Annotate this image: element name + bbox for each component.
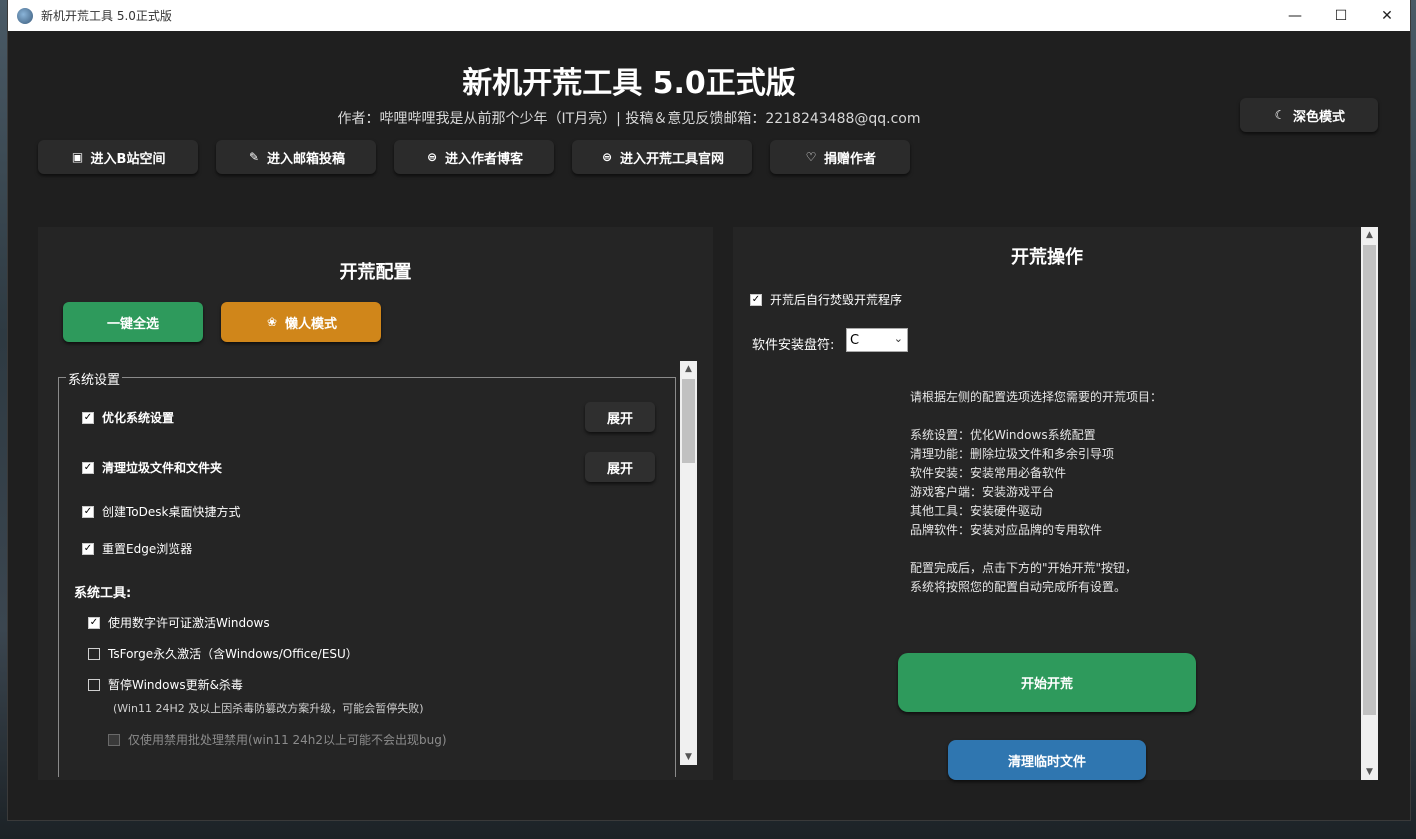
author-blog-button[interactable]: ⊜ 进入作者博客 (394, 140, 554, 174)
group-label: 系统设置 (66, 369, 123, 388)
minimize-button[interactable]: — (1272, 0, 1318, 31)
info-line: 游戏客户端：安装游戏平台 (910, 485, 1055, 499)
drive-label: 软件安装盘符: (752, 338, 835, 353)
tv-icon: ▣ (71, 150, 84, 164)
checkbox[interactable]: ✓ (750, 293, 762, 306)
title-bar[interactable]: 新机开荒工具 5.0正式版 — ☐ ✕ (8, 0, 1410, 31)
checkbox[interactable]: ✓ (82, 542, 94, 555)
checkbox[interactable]: ✓ (82, 505, 94, 518)
option-clean-junk[interactable]: ✓ 清理垃圾文件和文件夹 (82, 459, 222, 476)
info-line: 系统将按照您的配置自动完成所有设置。 (910, 580, 1127, 594)
scroll-thumb[interactable] (682, 379, 695, 463)
expand-button[interactable]: 展开 (585, 452, 655, 482)
nav-label: 进入邮箱投稿 (266, 151, 345, 167)
info-line: 软件安装：安装常用必备软件 (910, 466, 1067, 480)
option-label: 开荒后自行焚毁开荒程序 (770, 293, 903, 307)
nav-label: 进入B站空间 (90, 151, 166, 167)
chevron-down-icon: ⌄ (893, 332, 903, 345)
nav-label: 进入开荒工具官网 (619, 151, 724, 167)
option-label: 创建ToDesk桌面快捷方式 (102, 505, 241, 519)
app-heading: 新机开荒工具 5.0正式版 (462, 66, 796, 101)
option-label: 优化系统设置 (102, 411, 175, 425)
info-line: 配置完成后，点击下方的"开始开荒"按钮， (910, 561, 1138, 575)
option-label: 重置Edge浏览器 (102, 542, 193, 556)
app-icon (17, 7, 33, 24)
maximize-button[interactable]: ☐ (1318, 0, 1364, 31)
checkbox[interactable] (108, 733, 120, 746)
close-button[interactable]: ✕ (1364, 0, 1410, 31)
app-window: 新机开荒工具 5.0正式版 — ☐ ✕ 新机开荒工具 5.0正式版 作者：哔哩哔… (8, 0, 1410, 820)
moon-icon: ☾ (1274, 108, 1286, 122)
option-label: 清理垃圾文件和文件夹 (102, 461, 223, 475)
option-reset-edge[interactable]: ✓ 重置Edge浏览器 (82, 540, 192, 557)
globe-icon: ⊜ (601, 150, 613, 164)
checkbox[interactable]: ✓ (82, 411, 94, 424)
system-tools-label: 系统工具: (74, 586, 132, 601)
scroll-down-icon[interactable]: ▼ (680, 749, 697, 765)
lazy-mode-label: 懒人模式 (284, 316, 337, 332)
config-title: 开荒配置 (339, 262, 412, 283)
option-batch-disable[interactable]: 仅使用禁用批处理禁用(win11 24h2以上可能不会出现bug) (108, 731, 447, 748)
checkbox[interactable] (88, 678, 100, 691)
nav-label: 进入作者博客 (444, 151, 523, 167)
official-site-button[interactable]: ⊜ 进入开荒工具官网 (572, 140, 752, 174)
author-info: 作者：哔哩哔哩我是从前那个少年（IT月亮）| 投稿＆意见反馈邮箱：2218243… (337, 111, 921, 127)
nav-label: 捐赠作者 (823, 151, 876, 167)
email-submit-button[interactable]: ✎ 进入邮箱投稿 (216, 140, 376, 174)
select-all-button[interactable]: 一键全选 (63, 302, 203, 342)
globe-icon: ⊜ (426, 150, 438, 164)
info-line: 品牌软件：安装对应品牌的专用软件 (910, 523, 1103, 537)
scroll-thumb[interactable] (1363, 245, 1376, 715)
lazy-mode-button[interactable]: ❀ 懒人模式 (221, 302, 381, 342)
option-label: 仅使用禁用批处理禁用(win11 24h2以上可能不会出现bug) (128, 733, 447, 747)
operation-scrollbar[interactable]: ▲ ▼ (1361, 227, 1378, 780)
option-label: TsForge永久激活（含Windows/Office/ESU） (108, 647, 358, 661)
drive-select[interactable]: C ⌄ (846, 328, 908, 352)
option-pause-updates[interactable]: 暂停Windows更新&杀毒 (88, 676, 243, 693)
donate-button[interactable]: ♡ 捐赠作者 (770, 140, 910, 174)
option-todesk-shortcut[interactable]: ✓ 创建ToDesk桌面快捷方式 (82, 503, 240, 520)
heart-icon: ♡ (805, 150, 817, 164)
start-button[interactable]: 开始开荒 (898, 653, 1196, 712)
nav-bar: ▣ 进入B站空间 ✎ 进入邮箱投稿 ⊜ 进入作者博客 ⊜ 进入开荒工具官网 ♡ … (38, 140, 910, 174)
dark-mode-label: 深色模式 (1292, 109, 1345, 125)
expand-button[interactable]: 展开 (585, 402, 655, 432)
option-optimize-system[interactable]: ✓ 优化系统设置 (82, 409, 174, 426)
option-self-destroy[interactable]: ✓ 开荒后自行焚毁开荒程序 (750, 291, 902, 308)
config-scrollbar[interactable]: ▲ ▼ (680, 361, 697, 765)
dark-mode-button[interactable]: ☾ 深色模式 (1240, 98, 1378, 132)
scroll-down-icon[interactable]: ▼ (1361, 764, 1378, 780)
operation-panel: 开荒操作 ✓ 开荒后自行焚毁开荒程序 软件安装盘符: C ⌄ 请根据左侧的配置选… (733, 227, 1378, 780)
option-tsforge[interactable]: TsForge永久激活（含Windows/Office/ESU） (88, 645, 358, 662)
warning-note: (Win11 24H2 及以上因杀毒防篡改方案升级，可能会暂停失败) (113, 702, 424, 715)
checkbox[interactable]: ✓ (82, 461, 94, 474)
dog-icon: ❀ (266, 315, 278, 329)
option-label: 暂停Windows更新&杀毒 (108, 678, 243, 692)
checkbox[interactable]: ✓ (88, 616, 100, 629)
info-line: 系统设置：优化Windows系统配置 (910, 428, 1096, 442)
drive-value: C (850, 332, 860, 348)
clean-temp-button[interactable]: 清理临时文件 (948, 740, 1146, 780)
config-panel: 开荒配置 一键全选 ❀ 懒人模式 系统设置 ✓ 优化系统设置 展开 ✓ 清理垃圾… (38, 227, 713, 780)
checkbox[interactable] (88, 647, 100, 660)
info-line: 请根据左侧的配置选项选择您需要的开荒项目： (910, 390, 1163, 404)
bilibili-space-button[interactable]: ▣ 进入B站空间 (38, 140, 198, 174)
operation-title: 开荒操作 (1011, 247, 1083, 268)
edit-icon: ✎ (248, 150, 260, 164)
info-line: 清理功能：删除垃圾文件和多余引导项 (910, 447, 1115, 461)
info-line: 其他工具：安装硬件驱动 (910, 504, 1043, 518)
scroll-up-icon[interactable]: ▲ (1361, 227, 1378, 243)
system-settings-group (58, 377, 676, 777)
option-digital-license[interactable]: ✓ 使用数字许可证激活Windows (88, 614, 270, 631)
option-label: 使用数字许可证激活Windows (108, 616, 270, 630)
scroll-up-icon[interactable]: ▲ (680, 361, 697, 377)
window-title: 新机开荒工具 5.0正式版 (41, 9, 172, 23)
